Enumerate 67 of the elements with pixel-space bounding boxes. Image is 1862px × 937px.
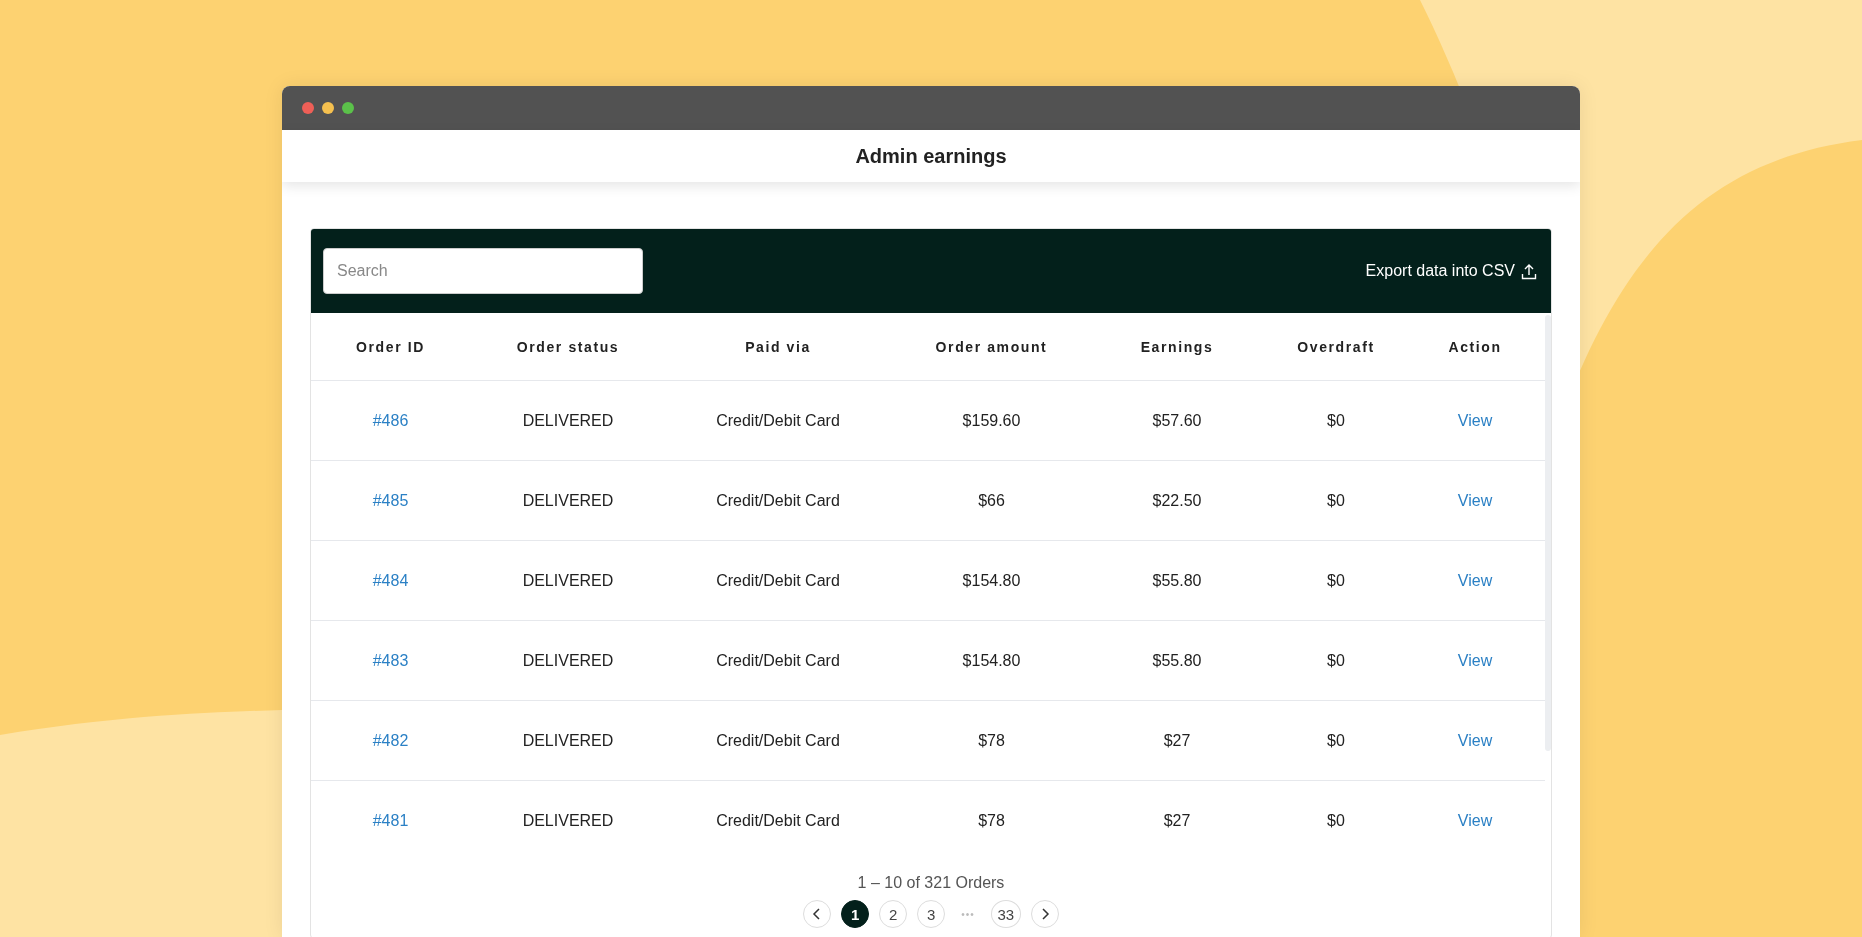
order-link[interactable]: #486 bbox=[372, 411, 409, 430]
table-cell: $0 bbox=[1327, 811, 1345, 830]
table-cell: $0 bbox=[1327, 571, 1345, 590]
column-header: Paid via bbox=[745, 338, 811, 355]
table-cell: $154.80 bbox=[962, 651, 1021, 670]
column-header: Order ID bbox=[356, 338, 425, 355]
table-cell: $78 bbox=[978, 731, 1005, 750]
view-link[interactable]: View bbox=[1457, 731, 1493, 750]
minimize-button[interactable] bbox=[322, 102, 334, 114]
table-cell: DELIVERED bbox=[522, 651, 614, 670]
view-link[interactable]: View bbox=[1457, 651, 1493, 670]
table-cell: Credit/Debit Card bbox=[716, 811, 840, 830]
table-cell: $55.80 bbox=[1152, 571, 1202, 590]
column-header: Overdraft bbox=[1297, 338, 1375, 355]
column-header: Earnings bbox=[1140, 338, 1214, 355]
table-cell: $27 bbox=[1163, 731, 1191, 750]
next-page-button[interactable] bbox=[1030, 900, 1059, 928]
table-cell: DELIVERED bbox=[522, 811, 614, 830]
table-cell: $78 bbox=[978, 811, 1005, 830]
page-title: Admin earnings bbox=[855, 144, 1007, 168]
export-button[interactable]: Export data into CSV bbox=[1365, 262, 1537, 280]
table-cell: DELIVERED bbox=[522, 411, 614, 430]
view-link[interactable]: View bbox=[1457, 411, 1493, 430]
table-cell: $0 bbox=[1327, 491, 1345, 510]
table-cell: $55.80 bbox=[1152, 651, 1202, 670]
page-button[interactable]: 2 bbox=[879, 900, 908, 928]
page-range-text: 1 – 10 of 321 Orders bbox=[857, 874, 1005, 892]
order-link[interactable]: #482 bbox=[372, 731, 409, 750]
table-cell: Credit/Debit Card bbox=[716, 731, 840, 750]
view-link[interactable]: View bbox=[1457, 811, 1493, 830]
column-header: Order status bbox=[516, 338, 620, 355]
table-cell: DELIVERED bbox=[522, 491, 614, 510]
table-cell: $0 bbox=[1327, 731, 1345, 750]
table-cell: $0 bbox=[1327, 411, 1345, 430]
scrollbar[interactable] bbox=[1545, 315, 1551, 751]
table-cell: $57.60 bbox=[1152, 411, 1202, 430]
table-cell: DELIVERED bbox=[522, 731, 614, 750]
table-cell: $22.50 bbox=[1152, 491, 1202, 510]
table-cell: Credit/Debit Card bbox=[716, 571, 840, 590]
chevron-left-icon bbox=[812, 908, 823, 920]
table-cell: $0 bbox=[1327, 651, 1345, 670]
table-cell: $66 bbox=[978, 491, 1005, 510]
previous-page-button[interactable] bbox=[803, 900, 832, 928]
view-link[interactable]: View bbox=[1457, 491, 1493, 510]
table-cell: Credit/Debit Card bbox=[716, 491, 840, 510]
table-cell: $27 bbox=[1163, 811, 1191, 830]
page-button[interactable]: 1 bbox=[841, 900, 870, 928]
search-field[interactable]: Search bbox=[323, 248, 643, 294]
column-header: Order amount bbox=[935, 338, 1048, 355]
ellipsis-text: ••• bbox=[960, 908, 976, 920]
page-button[interactable]: 33 bbox=[990, 900, 1021, 928]
table-cell: Credit/Debit Card bbox=[716, 651, 840, 670]
order-link[interactable]: #481 bbox=[372, 811, 409, 830]
page-button[interactable]: 3 bbox=[917, 900, 946, 928]
upload-icon bbox=[1521, 262, 1537, 280]
table-cell: $159.60 bbox=[962, 411, 1021, 430]
close-button[interactable] bbox=[302, 102, 314, 114]
chevron-right-icon bbox=[1039, 908, 1050, 920]
view-link[interactable]: View bbox=[1457, 571, 1493, 590]
column-header: Action bbox=[1448, 338, 1502, 355]
order-link[interactable]: #485 bbox=[372, 491, 409, 510]
table-cell: $154.80 bbox=[962, 571, 1021, 590]
order-link[interactable]: #484 bbox=[372, 571, 409, 590]
maximize-button[interactable] bbox=[342, 102, 354, 114]
order-link[interactable]: #483 bbox=[372, 651, 409, 670]
table-cell: DELIVERED bbox=[522, 571, 614, 590]
table-cell: Credit/Debit Card bbox=[716, 411, 840, 430]
